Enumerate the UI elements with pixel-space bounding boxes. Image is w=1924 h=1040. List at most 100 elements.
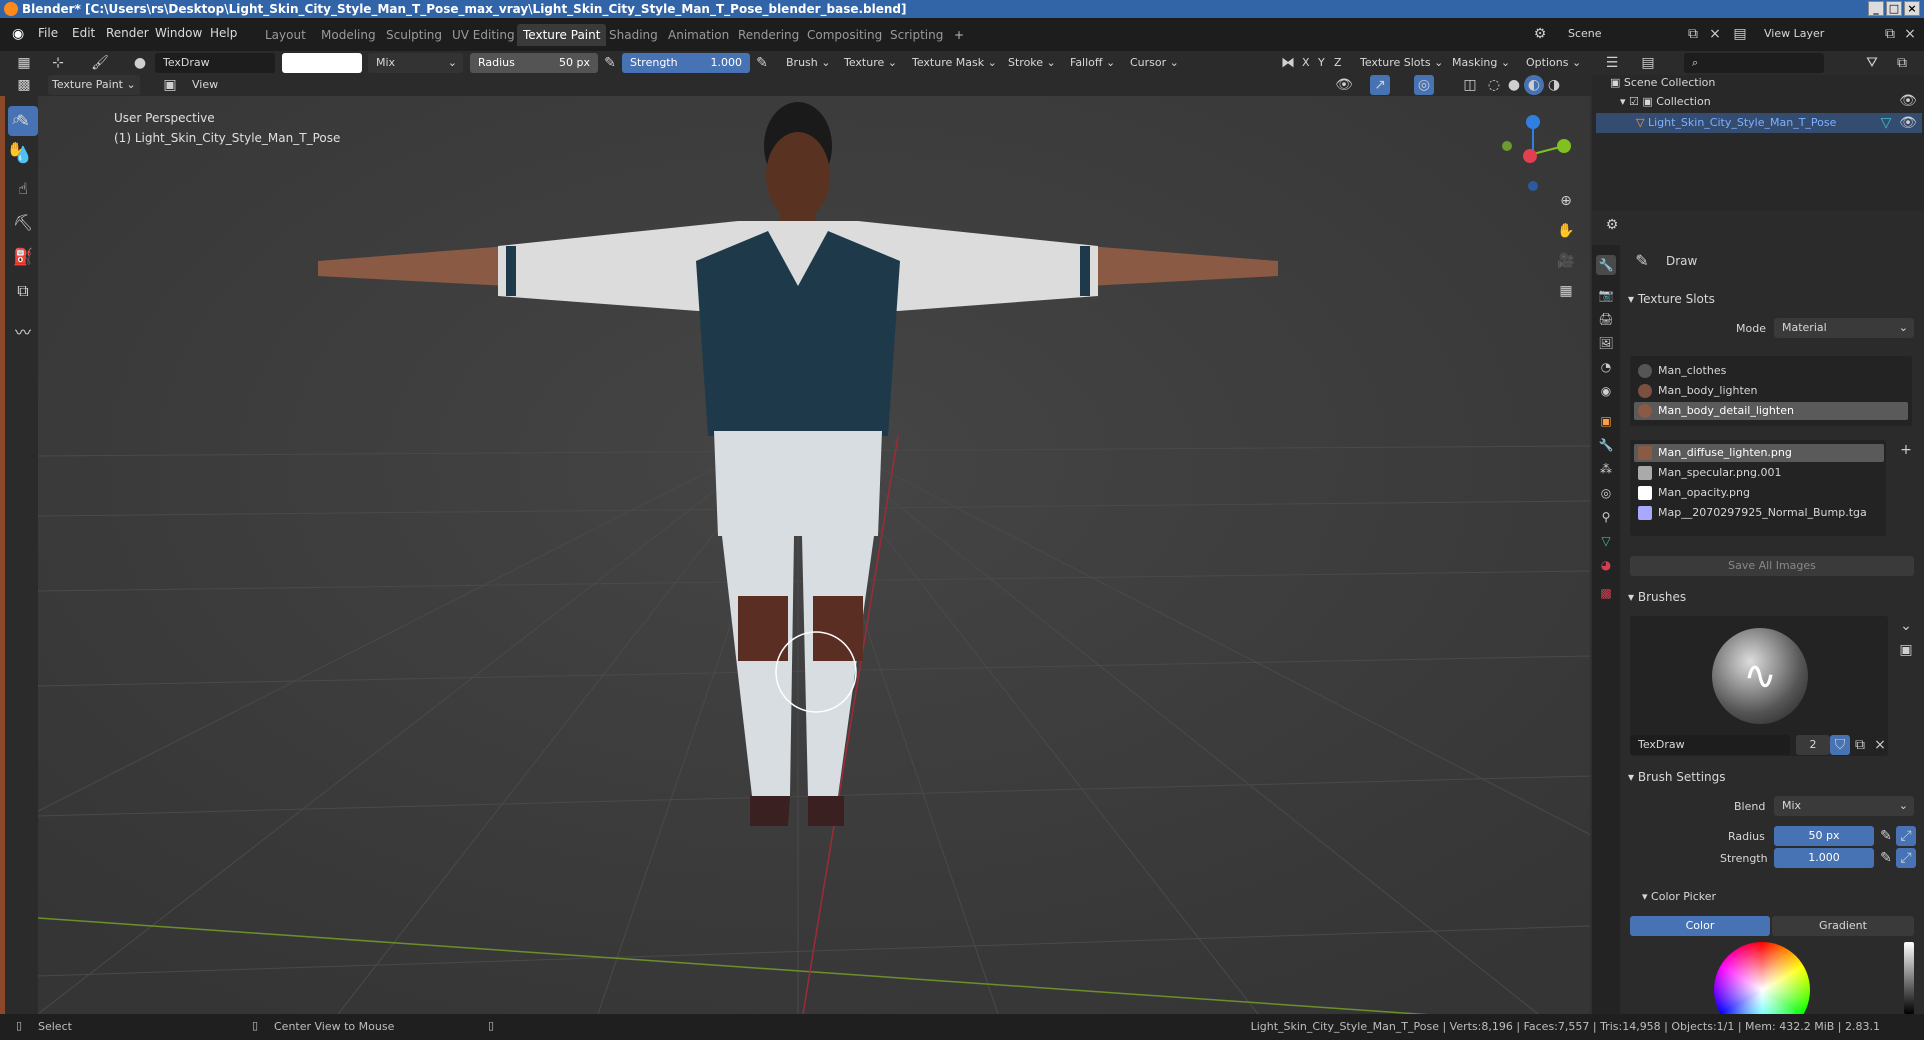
cursor-dropdown[interactable]: Cursor ⌄ [1126, 53, 1183, 73]
smear-tool-icon[interactable]: ☝ [8, 174, 38, 204]
scene-tab-icon[interactable]: ◔ [1596, 357, 1616, 377]
list-item[interactable]: Man_specular.png.001 [1634, 464, 1884, 482]
view-layer-field[interactable]: View Layer [1756, 24, 1876, 44]
outliner-scene-collection[interactable]: ▣ Scene Collection [1610, 76, 1715, 89]
zoom-icon[interactable]: ⊕ [1556, 191, 1576, 211]
texture-mask-dropdown[interactable]: Texture Mask ⌄ [908, 53, 1001, 73]
physics-tab-icon[interactable]: ◎ [1596, 483, 1616, 503]
strength-pen-icon[interactable]: ✎ [1876, 848, 1896, 868]
brush-name-field[interactable]: TexDraw [155, 53, 275, 73]
texture-paint-toggle-icon[interactable]: ▣ [160, 75, 180, 95]
symmetry-icon[interactable]: ⧓ [1278, 53, 1298, 73]
new-collection-icon[interactable]: ⧉ [1892, 53, 1912, 73]
list-item[interactable]: Man_body_detail_lighten [1634, 402, 1908, 420]
tab-compositing[interactable]: Compositing [801, 24, 888, 46]
mode-dropdown[interactable]: Texture Paint ⌄ [48, 75, 140, 95]
blender-menu-icon[interactable]: ◉ [12, 26, 28, 42]
close-button[interactable]: × [1904, 1, 1920, 16]
tool-tab-icon[interactable]: 🔧 [1596, 255, 1616, 275]
menu-window[interactable]: Window [155, 26, 202, 40]
clone-tool-icon[interactable]: ⛏ [8, 208, 38, 238]
display-mode-icon[interactable]: ▤ [1638, 53, 1658, 73]
gizmo-toggle-icon[interactable]: ↗ [1370, 75, 1390, 95]
brush-name-field[interactable]: TexDraw [1630, 735, 1790, 755]
radius-field[interactable]: 50 px [1774, 826, 1874, 846]
list-item[interactable]: Man_diffuse_lighten.png [1634, 444, 1884, 462]
blend-mode-dropdown[interactable]: Mix ⌄ [368, 53, 463, 73]
brush-menu-icon[interactable]: ⌄ [1896, 616, 1916, 636]
minimize-button[interactable]: _ [1868, 1, 1884, 16]
material-shading-icon[interactable]: ◐ [1524, 75, 1544, 95]
menu-edit[interactable]: Edit [72, 26, 95, 40]
blend-dropdown[interactable]: Mix ⌄ [1774, 796, 1914, 816]
view-menu[interactable]: View [188, 75, 223, 95]
texture-slots-dropdown[interactable]: Texture Slots ⌄ [1356, 53, 1448, 73]
tab-layout[interactable]: Layout [259, 24, 312, 46]
mesh-data-icon[interactable]: ▽ [1876, 113, 1896, 133]
camera-icon[interactable]: 🎥 [1556, 251, 1576, 271]
tab-scripting[interactable]: Scripting [884, 24, 949, 46]
constraints-tab-icon[interactable]: ⚲ [1596, 507, 1616, 527]
brush-dropdown[interactable]: Brush ⌄ [782, 53, 835, 73]
outliner-object-row[interactable]: ▽ Light_Skin_City_Style_Man_T_Pose [1596, 113, 1922, 133]
menu-help[interactable]: Help [210, 26, 237, 40]
strength-pressure-icon[interactable]: ✎ [752, 53, 772, 73]
color-picker-subpanel-header[interactable]: ▾ Color Picker [1642, 890, 1716, 903]
visibility-eye-icon[interactable]: 👁 [1898, 91, 1918, 111]
new-scene-icon[interactable]: ⧉ [1683, 24, 1703, 44]
remove-view-layer-icon[interactable]: × [1900, 24, 1920, 44]
material-tab-icon[interactable]: ◕ [1596, 555, 1616, 575]
overlays-toggle-icon[interactable]: ◎ [1414, 75, 1434, 95]
modifier-tab-icon[interactable]: 🔧 [1596, 435, 1616, 455]
mirror-z-button[interactable]: Z [1330, 53, 1346, 73]
brush-icon[interactable]: 🖌 [90, 53, 110, 73]
save-all-images-button[interactable]: Save All Images [1630, 556, 1914, 576]
object-eye-icon[interactable]: 👁 [1898, 113, 1918, 133]
fill-tool-icon[interactable]: ⛽ [8, 242, 38, 272]
list-item[interactable]: Man_body_lighten [1634, 382, 1908, 400]
radius-slider[interactable]: Radius 50 px [470, 53, 598, 73]
texture-dropdown[interactable]: Texture ⌄ [840, 53, 901, 73]
rendered-shading-icon[interactable]: ◑ [1544, 75, 1564, 95]
gradient-tab[interactable]: Gradient [1772, 916, 1914, 936]
options-dropdown[interactable]: Options ⌄ [1522, 53, 1586, 73]
perspective-grid-icon[interactable]: ▦ [1556, 281, 1576, 301]
masking-dropdown[interactable]: Masking ⌄ [1448, 53, 1515, 73]
properties-editor-icon[interactable]: ⚙ [1602, 215, 1622, 235]
solid-shading-icon[interactable]: ● [1504, 75, 1524, 95]
view-layer-tab-icon[interactable]: 🖼 [1596, 333, 1616, 353]
filter-icon[interactable]: ⛛ [1862, 53, 1882, 73]
view-layer-icon[interactable]: ▤ [1730, 24, 1750, 44]
mirror-y-button[interactable]: Y [1314, 53, 1329, 73]
list-item[interactable]: Man_clothes [1634, 362, 1908, 380]
tab-modeling[interactable]: Modeling [315, 24, 382, 46]
3d-viewport[interactable]: User Perspective (1) Light_Skin_City_Sty… [38, 96, 1590, 1014]
tab-texture-paint[interactable]: Texture Paint [517, 24, 607, 46]
navigation-gizmo[interactable] [1488, 106, 1578, 196]
fake-user-shield-icon[interactable]: ⛉ [1830, 735, 1850, 755]
tab-shading[interactable]: Shading [603, 24, 664, 46]
output-tab-icon[interactable]: 🖨 [1596, 309, 1616, 329]
xray-toggle-icon[interactable]: ◫ [1460, 75, 1480, 95]
data-tab-icon[interactable]: ▽ [1596, 531, 1616, 551]
radius-pen-icon[interactable]: ✎ [1876, 826, 1896, 846]
render-tab-icon[interactable]: 📷 [1596, 285, 1616, 305]
add-image-icon[interactable]: + [1896, 440, 1916, 460]
texture-slots-panel-header[interactable]: ▾ Texture Slots [1628, 292, 1715, 306]
brush-image-icon[interactable]: ▣ [1896, 640, 1916, 660]
color-tab[interactable]: Color [1630, 916, 1770, 936]
mask-tool-icon[interactable]: ⧉ [8, 276, 38, 306]
falloff-dropdown[interactable]: Falloff ⌄ [1066, 53, 1120, 73]
add-workspace-icon[interactable]: + [948, 24, 970, 46]
brush-settings-panel-header[interactable]: ▾ Brush Settings [1628, 770, 1726, 784]
editor-type-icon[interactable]: ▦ [14, 53, 34, 73]
strength-field[interactable]: 1.000 [1774, 848, 1874, 868]
menu-render[interactable]: Render [106, 26, 149, 40]
particles-tab-icon[interactable]: ⁂ [1596, 459, 1616, 479]
zoom-side-icon[interactable]: ⌕ [6, 110, 26, 130]
list-item[interactable]: Map__2070297925_Normal_Bump.tga [1634, 504, 1884, 522]
wireframe-shading-icon[interactable]: ◌ [1484, 75, 1504, 95]
radius-unit-icon[interactable]: ⤢ [1896, 826, 1916, 846]
strength-unit-icon[interactable]: ⤢ [1896, 848, 1916, 868]
menu-file[interactable]: File [38, 26, 58, 40]
